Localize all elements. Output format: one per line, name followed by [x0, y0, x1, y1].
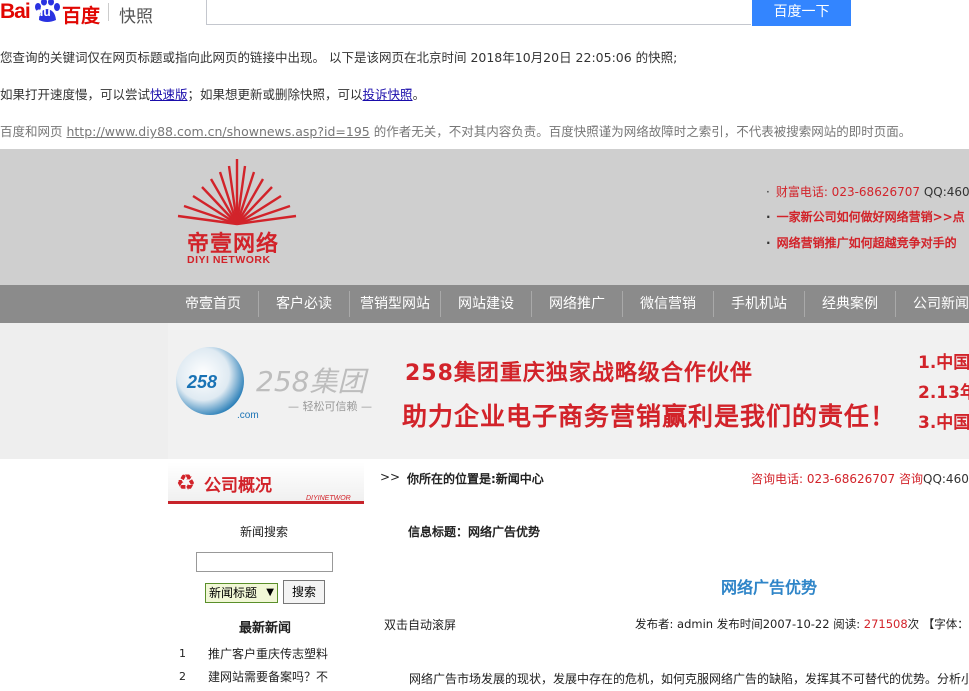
meta-prefix: 发布者: admin 发布时间2007-10-22 阅读: [635, 617, 864, 631]
banner-point-2: 2.13年 [918, 383, 969, 403]
kuaizhao-label: 快照 [119, 7, 153, 27]
banner-point-3: 3.中国 [918, 413, 969, 433]
banner-subheadline: 助力企业电子商务营销赢利是我们的责任！ [402, 402, 897, 431]
banner-small-slogan: — 轻松可信赖 — [288, 400, 372, 413]
banner-group-name: 258集团 [256, 365, 366, 398]
banner-logo-com: .com [237, 410, 259, 421]
news-search-select[interactable]: 新闻标题 ▼ [205, 583, 278, 603]
breadcrumb-arrow: >> [380, 470, 401, 484]
cache-speed-text: 如果打开速度慢，可以尝试 [0, 87, 151, 102]
complain-snapshot-link[interactable]: 投诉快照 [363, 87, 413, 102]
nav-promotion[interactable]: 网络推广 [532, 285, 622, 323]
cache-update-text: ；如果想更新或删除快照，可以 [187, 87, 363, 102]
search-button[interactable]: 百度一下 [752, 0, 851, 26]
select-value: 新闻标题 [209, 586, 258, 600]
banner-left-fill [0, 323, 168, 459]
nav-marketing-site[interactable]: 营销型网站 [350, 285, 440, 323]
header-phone: · 财富电话: 023-68626707 QQ:460150 [766, 183, 969, 200]
news-search-input[interactable] [196, 552, 333, 572]
source-url-link[interactable]: http://www.diy88.com.cn/shownews.asp?id=… [66, 124, 369, 139]
news-search-label: 新闻搜索 [240, 525, 289, 539]
fast-version-link[interactable]: 快速版 [150, 87, 188, 102]
header-qq: QQ:460150 [923, 185, 969, 199]
news-index: 2 [179, 670, 186, 683]
banner-point-1: 1.中国 [918, 353, 969, 373]
news-search-button[interactable]: 搜索 [283, 580, 325, 604]
dropdown-arrow-icon: ▼ [266, 587, 274, 598]
baidu-logo-bai[interactable]: Bai [0, 0, 31, 24]
cache-notice-line: 您查询的关键词仅在网页标题或指向此网页的链接中出现。 以下是该网页在北京时间 2… [0, 50, 678, 65]
search-input[interactable] [206, 0, 751, 25]
article-body: 网络广告市场发展的现状，发展中存在的危机，如何克服网络广告的缺陷，发挥其不可替代… [409, 672, 969, 686]
latest-news-title: 最新新闻 [239, 621, 292, 636]
breadcrumb: 你所在的位置是:新闻中心 [407, 472, 544, 486]
baidu-logo-text[interactable]: 百度 [62, 1, 100, 28]
baidu-logo-du: du [36, 5, 51, 19]
disclaimer-suffix: 的作者无关，不对其内容负责。百度快照谨为网络故障时之索引，不代表被搜索网站的即时… [369, 124, 912, 139]
recycle-icon: ♻ [176, 471, 196, 496]
auto-scroll-label[interactable]: 双击自动滚屏 [384, 616, 456, 633]
consult-phone: 咨询电话: 023-68626707 咨询QQ:460150 [751, 470, 969, 487]
nav-home[interactable]: 帝壹首页 [168, 285, 258, 323]
nav-web-build[interactable]: 网站建设 [441, 285, 531, 323]
read-count: 271508 [863, 617, 908, 631]
sidebar-subtitle: DIYINETWOR [306, 495, 351, 502]
site-logo-en: DIYI NETWORK [187, 254, 271, 266]
sidebar-title: 公司概况 [204, 476, 272, 496]
cache-speed-line: 如果打开速度慢，可以尝试快速版；如果想更新或删除快照，可以投诉快照。 [0, 84, 425, 103]
banner-logo-num: 258 [187, 372, 218, 392]
banner-headline: 258集团重庆独家战略级合作伙伴 [405, 361, 753, 386]
header-phone-text: 财富电话: 023-68626707 [775, 185, 924, 199]
cache-period: 。 [412, 87, 426, 102]
header-news-link-2[interactable]: · 网络营销推广如何超越竞争对手的 [766, 234, 957, 251]
bullet-icon: · [766, 185, 770, 199]
news-item-link[interactable]: 建网站需要备案吗？不 [208, 668, 328, 685]
news-index: 1 [179, 647, 186, 660]
cache-disclaimer-line: 百度和网页 http://www.diy88.com.cn/shownews.a… [0, 121, 911, 140]
news-item-link[interactable]: 推广客户重庆传志塑料 [208, 645, 328, 662]
nav-mobile[interactable]: 手机机站 [714, 285, 804, 323]
nav-cases[interactable]: 经典案例 [805, 285, 895, 323]
logo-divider [108, 3, 109, 21]
info-title: 信息标题：网络广告优势 [408, 525, 541, 539]
article-title: 网络广告优势 [721, 578, 818, 597]
header-news-link-1[interactable]: · 一家新公司如何做好网络营销>>点 [766, 208, 965, 225]
meta-suffix: 次 【字体： [907, 617, 969, 631]
header-news-text-2[interactable]: 网络营销推广如何超越竞争对手的 [777, 236, 957, 250]
bullet-icon: · [766, 210, 771, 224]
article-meta: 发布者: admin 发布时间2007-10-22 阅读: 271508次 【字… [635, 616, 969, 632]
nav-customer-guide[interactable]: 客户必读 [259, 285, 349, 323]
consult-qq: QQ:460150 [923, 472, 969, 486]
nav-news[interactable]: 公司新闻 [896, 285, 969, 323]
consult-phone-text: 咨询电话: 023-68626707 咨询 [751, 472, 923, 486]
header-news-text-1[interactable]: 一家新公司如何做好网络营销>>点 [777, 210, 965, 224]
bullet-icon: · [766, 236, 771, 250]
disclaimer-prefix: 百度和网页 [0, 124, 67, 139]
nav-wechat[interactable]: 微信营销 [623, 285, 713, 323]
